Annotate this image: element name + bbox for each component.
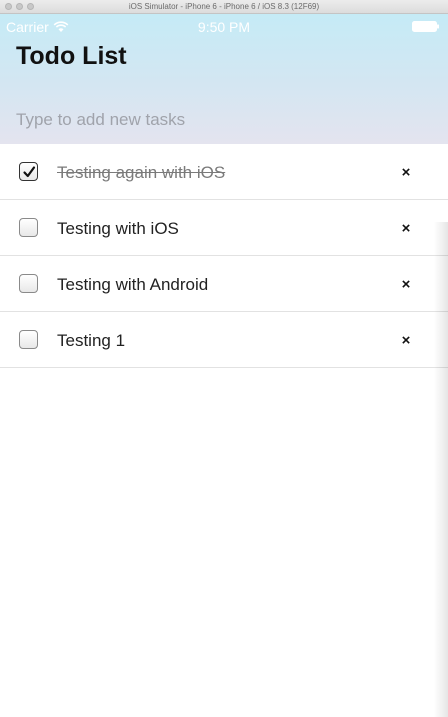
window-titlebar: iOS Simulator - iPhone 6 - iPhone 6 / iO… bbox=[0, 0, 448, 14]
delete-task-button[interactable]: × bbox=[396, 218, 416, 238]
task-row: Testing with iOS × bbox=[0, 200, 448, 256]
page-title: Todo List bbox=[16, 42, 127, 70]
task-checkbox[interactable] bbox=[19, 330, 38, 349]
delete-task-button[interactable]: × bbox=[396, 162, 416, 182]
new-task-input[interactable] bbox=[16, 108, 426, 132]
task-row: Testing with Android × bbox=[0, 256, 448, 312]
simulator-edge-shadow bbox=[434, 222, 448, 717]
task-label: Testing with Android bbox=[57, 275, 209, 294]
delete-task-button[interactable]: × bbox=[396, 274, 416, 294]
task-checkbox[interactable] bbox=[19, 274, 38, 293]
task-row: Testing again with iOS × bbox=[0, 144, 448, 200]
status-time: 9:50 PM bbox=[197, 19, 251, 35]
task-checkbox[interactable] bbox=[19, 218, 38, 237]
status-bar: Carrier 9:50 PM bbox=[0, 14, 448, 40]
delete-task-button[interactable]: × bbox=[396, 330, 416, 350]
task-label: Testing 1 bbox=[57, 331, 126, 350]
task-checkbox[interactable] bbox=[19, 162, 38, 181]
checkmark-icon bbox=[22, 165, 35, 177]
task-row: Testing 1 × bbox=[0, 312, 448, 368]
app-header: Carrier 9:50 PM Todo List bbox=[0, 14, 448, 144]
task-list: Testing again with iOS × Testing with iO… bbox=[0, 144, 448, 368]
simulator-window: iOS Simulator - iPhone 6 - iPhone 6 / iO… bbox=[0, 0, 448, 717]
window-title: iOS Simulator - iPhone 6 - iPhone 6 / iO… bbox=[128, 2, 320, 11]
task-label: Testing with iOS bbox=[57, 219, 179, 238]
task-label: Testing again with iOS bbox=[57, 163, 226, 182]
battery-icon bbox=[412, 21, 439, 32]
